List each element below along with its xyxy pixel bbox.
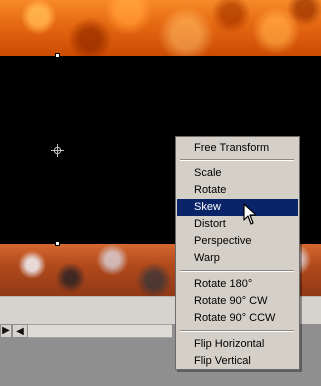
menu-separator bbox=[180, 159, 294, 161]
menu-item-flip-horizontal[interactable]: Flip Horizontal bbox=[177, 336, 298, 353]
menu-item-rotate[interactable]: Rotate bbox=[177, 182, 298, 199]
menu-item-rotate-90-ccw[interactable]: Rotate 90° CCW bbox=[177, 310, 298, 327]
menu-item-scale[interactable]: Scale bbox=[177, 165, 298, 182]
transform-handle-bottom[interactable] bbox=[55, 241, 60, 246]
menu-item-warp[interactable]: Warp bbox=[177, 250, 298, 267]
menu-separator bbox=[180, 330, 294, 332]
scroll-left-arrow-icon[interactable]: ◀ bbox=[12, 324, 28, 338]
menu-separator bbox=[180, 270, 294, 272]
mouse-pointer-icon bbox=[243, 203, 257, 225]
menu-item-rotate-180[interactable]: Rotate 180° bbox=[177, 276, 298, 293]
menu-item-flip-vertical[interactable]: Flip Vertical bbox=[177, 353, 298, 370]
crosshair-icon bbox=[51, 144, 64, 157]
menu-item-distort[interactable]: Distort bbox=[177, 216, 298, 233]
horizontal-scrollbar-track[interactable] bbox=[12, 324, 172, 338]
menu-item-free-transform[interactable]: Free Transform bbox=[177, 140, 298, 157]
transform-context-menu[interactable]: Free Transform Scale Rotate Skew Distort… bbox=[175, 136, 300, 370]
menu-item-skew[interactable]: Skew bbox=[177, 199, 298, 216]
menu-item-perspective[interactable]: Perspective bbox=[177, 233, 298, 250]
navigation-triangle-icon[interactable]: ▶ bbox=[0, 324, 12, 338]
transform-handle-top[interactable] bbox=[55, 53, 60, 58]
menu-item-rotate-90-cw[interactable]: Rotate 90° CW bbox=[177, 293, 298, 310]
texture-top bbox=[0, 0, 321, 56]
